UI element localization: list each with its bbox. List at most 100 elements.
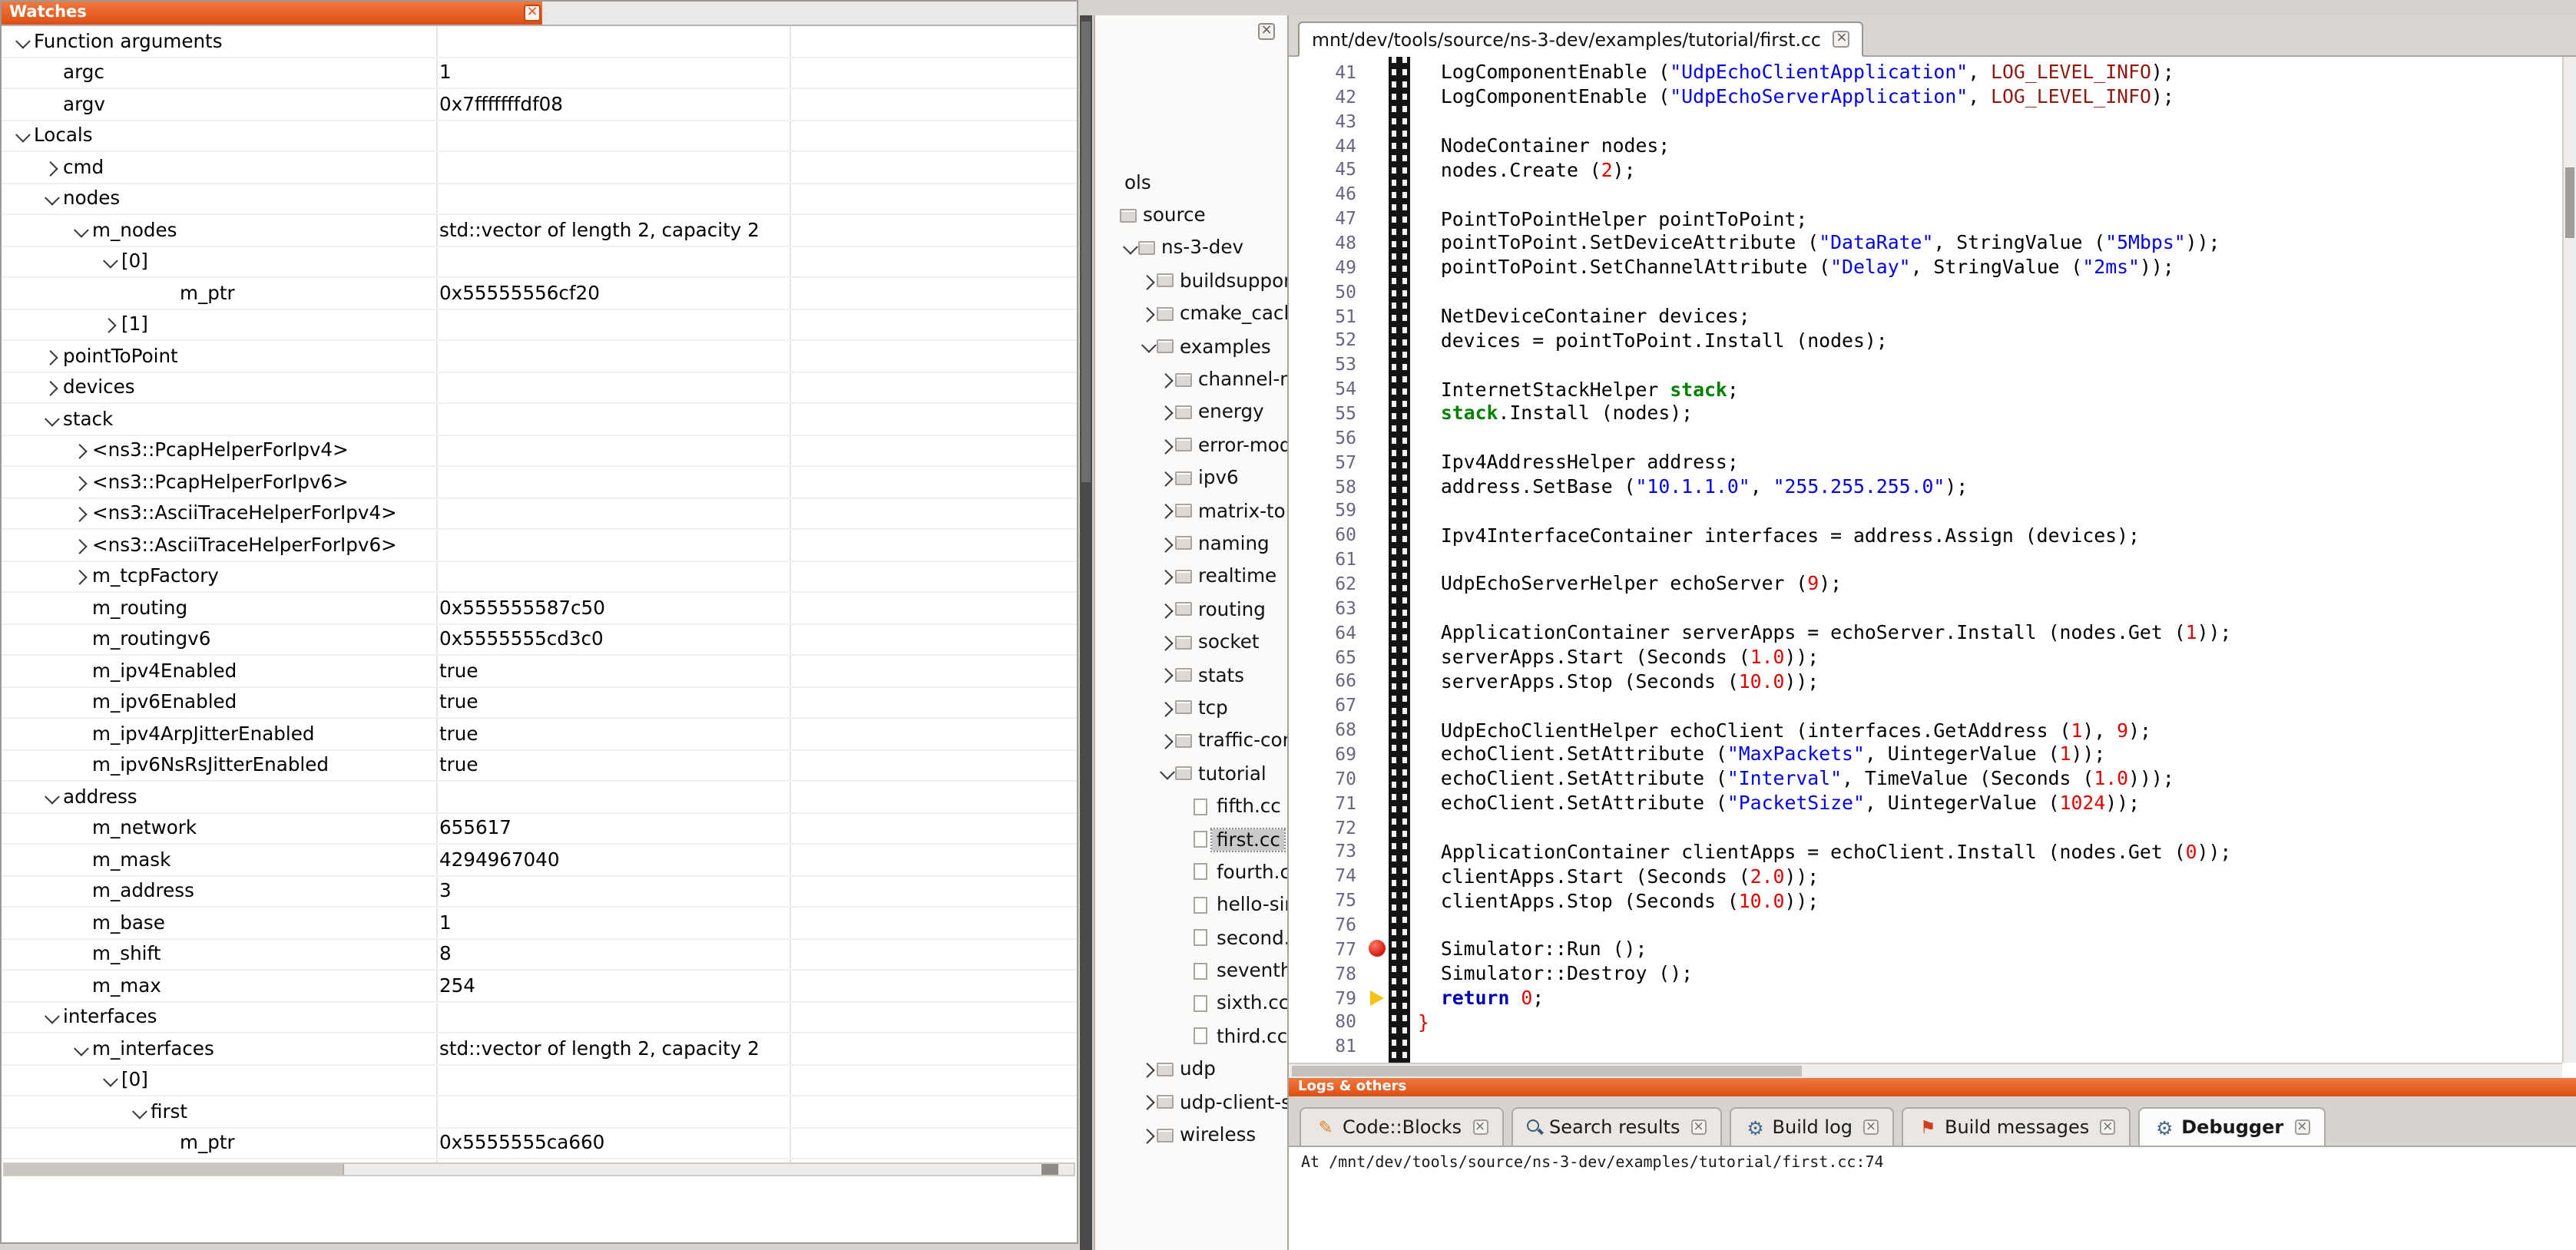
line-number[interactable]: 50 <box>1289 280 1366 302</box>
editor-horizontal-scrollbar[interactable] <box>1289 1063 2562 1078</box>
close-icon[interactable]: × <box>1833 31 1850 48</box>
logs-tab-debugger[interactable]: ⚙Debugger× <box>2138 1107 2325 1146</box>
logs-panel-title[interactable]: Logs & others <box>1289 1078 2576 1096</box>
tree-item[interactable]: first.cc <box>1095 823 1287 856</box>
line-number[interactable]: 59 <box>1289 500 1366 521</box>
tree-item[interactable]: ols <box>1095 166 1287 199</box>
chevron-right-icon[interactable] <box>1157 375 1175 385</box>
close-icon[interactable]: × <box>1258 23 1275 40</box>
chevron-right-icon[interactable] <box>1157 637 1175 647</box>
line-number[interactable]: 47 <box>1289 207 1366 229</box>
watch-row[interactable]: devices <box>2 372 1077 404</box>
chevron-right-icon[interactable] <box>1138 1130 1157 1140</box>
line-number[interactable]: 60 <box>1289 524 1366 546</box>
chevron-right-icon[interactable] <box>40 162 63 172</box>
watches-horizontal-scrollbar[interactable] <box>3 1162 1075 1176</box>
chevron-right-icon[interactable] <box>1138 309 1157 319</box>
watch-row[interactable]: m_tcpFactory <box>2 561 1077 593</box>
watch-row[interactable]: m_address3 <box>2 876 1077 908</box>
line-number[interactable]: 64 <box>1289 621 1366 643</box>
watch-row[interactable]: <ns3::AsciiTraceHelperForIpv4> <box>2 498 1077 530</box>
editor-body[interactable]: 41 LogComponentEnable ("UdpEchoClientApp… <box>1289 57 2576 1078</box>
tree-item[interactable]: ns-3-dev <box>1095 232 1287 265</box>
line-number[interactable]: 49 <box>1289 256 1366 278</box>
tree-item[interactable]: third.cc <box>1095 1020 1287 1053</box>
line-number[interactable]: 80 <box>1289 1011 1366 1033</box>
tree-item[interactable]: cmake_cache <box>1095 297 1287 330</box>
chevron-right-icon[interactable] <box>1157 407 1175 417</box>
tree-item[interactable]: matrix-topol <box>1095 494 1287 527</box>
line-number[interactable]: 75 <box>1289 889 1366 911</box>
chevron-down-icon[interactable] <box>1138 342 1157 352</box>
close-icon[interactable]: × <box>2294 1119 2309 1135</box>
chevron-down-icon[interactable] <box>40 414 63 424</box>
chevron-down-icon[interactable] <box>69 225 92 235</box>
marker-margin[interactable] <box>1366 941 1389 957</box>
chevron-down-icon[interactable] <box>1120 243 1138 253</box>
watch-row[interactable]: nodes <box>2 184 1077 215</box>
tree-item[interactable]: second.cc <box>1095 921 1287 954</box>
watch-row[interactable]: m_nodesstd::vector of length 2, capacity… <box>2 215 1077 246</box>
scrollbar-thumb[interactable] <box>5 1164 344 1175</box>
editor-vertical-scrollbar[interactable] <box>2562 57 2576 1063</box>
editor-tab-first.cc[interactable]: mnt/dev/tools/source/ns-3-dev/examples/t… <box>1298 21 1864 57</box>
tree-item[interactable]: traffic-contro <box>1095 724 1287 757</box>
chevron-right-icon[interactable] <box>1138 1097 1157 1107</box>
chevron-right-icon[interactable] <box>69 445 92 455</box>
tree-item[interactable]: tcp <box>1095 692 1287 725</box>
line-number[interactable]: 73 <box>1289 841 1366 862</box>
close-icon[interactable]: × <box>524 5 541 21</box>
tree-item[interactable]: realtime <box>1095 560 1287 593</box>
line-number[interactable]: 61 <box>1289 548 1366 570</box>
chevron-right-icon[interactable] <box>1157 736 1175 746</box>
scrollbar-thumb[interactable] <box>1081 21 1091 482</box>
line-number[interactable]: 72 <box>1289 816 1366 838</box>
tree-item[interactable]: fifth.cc <box>1095 790 1287 823</box>
chevron-down-icon[interactable] <box>40 193 63 203</box>
chevron-down-icon[interactable] <box>69 1043 92 1053</box>
line-number[interactable]: 41 <box>1289 61 1366 83</box>
line-number[interactable]: 69 <box>1289 743 1366 765</box>
chevron-right-icon[interactable] <box>69 477 92 487</box>
marker-margin[interactable] <box>1366 990 1389 1005</box>
watch-row[interactable]: argv0x7fffffffdf08 <box>2 89 1077 121</box>
line-number[interactable]: 55 <box>1289 402 1366 424</box>
watch-row[interactable]: argc1 <box>2 58 1077 89</box>
watch-row[interactable]: Locals <box>2 121 1077 152</box>
tree-item[interactable]: source <box>1095 199 1287 232</box>
line-number[interactable]: 42 <box>1289 86 1366 107</box>
line-number[interactable]: 45 <box>1289 159 1366 180</box>
watch-row[interactable]: m_ptr0x5555555ca660 <box>2 1128 1077 1159</box>
tree-item[interactable]: examples <box>1095 330 1287 363</box>
tree-item[interactable]: tutorial <box>1095 757 1287 790</box>
chevron-right-icon[interactable] <box>1157 604 1175 614</box>
watch-row[interactable]: Function arguments <box>2 26 1077 58</box>
close-icon[interactable]: × <box>1863 1119 1879 1135</box>
tree-item[interactable]: hello-simul <box>1095 888 1287 921</box>
tree-item[interactable]: sixth.cc <box>1095 987 1287 1020</box>
scrollbar-thumb[interactable] <box>2565 167 2574 238</box>
watch-row[interactable]: m_network655617 <box>2 813 1077 845</box>
line-number[interactable]: 57 <box>1289 451 1366 472</box>
watch-row[interactable]: <ns3::PcapHelperForIpv4> <box>2 435 1077 467</box>
code-area[interactable]: 41 LogComponentEnable ("UdpEchoClientApp… <box>1289 60 2562 1063</box>
line-number[interactable]: 46 <box>1289 183 1366 204</box>
line-number[interactable]: 68 <box>1289 719 1366 740</box>
chevron-right-icon[interactable] <box>69 571 92 581</box>
watch-row[interactable]: m_ipv6Enabledtrue <box>2 687 1077 719</box>
watch-row[interactable]: first <box>2 1096 1077 1128</box>
chevron-right-icon[interactable] <box>98 319 121 329</box>
panel-scrollbar[interactable] <box>1080 15 1092 1250</box>
chevron-right-icon[interactable] <box>1157 703 1175 713</box>
watch-row[interactable]: [1] <box>2 309 1077 341</box>
line-number[interactable]: 43 <box>1289 110 1366 131</box>
chevron-right-icon[interactable] <box>69 508 92 518</box>
chevron-down-icon[interactable] <box>11 131 34 141</box>
watch-row[interactable]: m_routingv60x5555555cd3c0 <box>2 624 1077 656</box>
line-number[interactable]: 54 <box>1289 378 1366 399</box>
watch-row[interactable]: m_ptr0x55555556cf20 <box>2 278 1077 309</box>
chevron-right-icon[interactable] <box>1157 506 1175 516</box>
line-number[interactable]: 81 <box>1289 1036 1366 1057</box>
chevron-right-icon[interactable] <box>40 351 63 361</box>
watch-row[interactable]: interfaces <box>2 1002 1077 1033</box>
